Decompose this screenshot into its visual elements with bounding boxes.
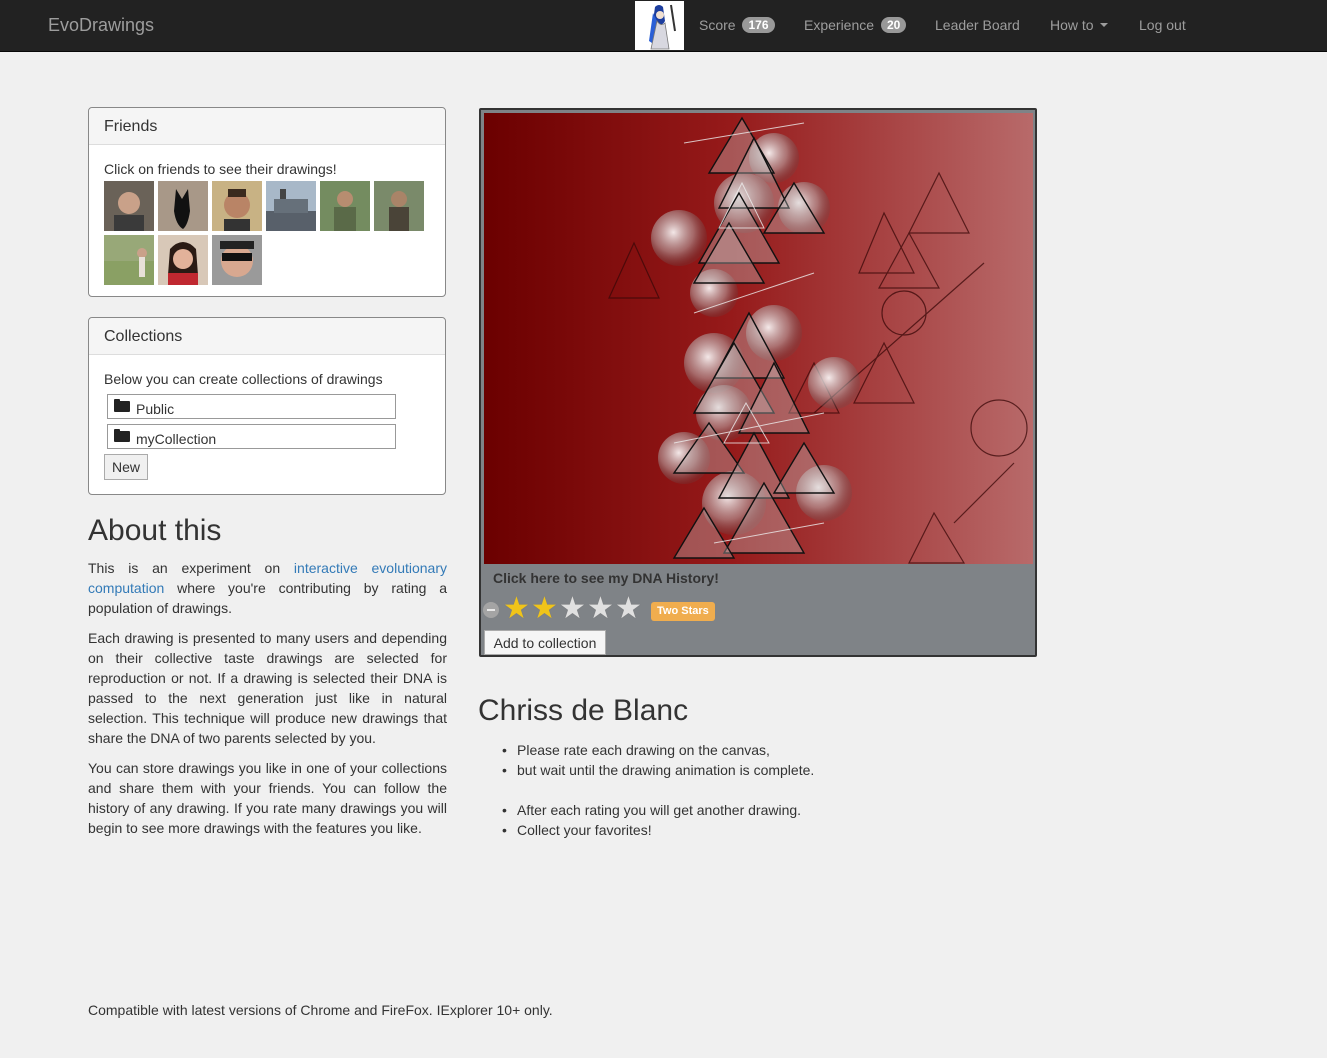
add-to-collection-button[interactable]: Add to collection <box>484 630 606 655</box>
footer-note: Compatible with latest versions of Chrom… <box>88 1002 553 1018</box>
instruction-item: Collect your favorites! <box>502 820 1017 840</box>
user-name: Chriss de Blanc <box>478 694 689 727</box>
about-paragraph-2: Each drawing is presented to many users … <box>88 630 447 746</box>
friend-avatar[interactable] <box>104 235 154 285</box>
star-filled-icon[interactable]: ★ <box>531 594 561 624</box>
score-link[interactable]: Score 176 <box>699 17 775 33</box>
howto-label: How to <box>1050 17 1094 33</box>
new-collection-button[interactable]: New <box>104 454 148 480</box>
drawing-frame: Click here to see my DNA History! ★ ★ ★ ★ ★ … <box>479 108 1037 657</box>
about-paragraph-1: This is an experiment on interactive evo… <box>88 558 447 618</box>
experience-badge: 20 <box>880 17 907 33</box>
friend-avatar[interactable] <box>320 181 370 231</box>
leaderboard-link[interactable]: Leader Board <box>935 17 1020 33</box>
drawing-canvas[interactable] <box>484 113 1033 564</box>
rating-label: Two Stars <box>651 602 715 621</box>
collections-hint-text: Below you can create collections of draw… <box>104 371 383 387</box>
star-empty-icon[interactable]: ★ <box>559 594 589 624</box>
instructions-list: Please rate each drawing on the canvas, … <box>478 740 1017 840</box>
collections-panel-title: Collections <box>89 318 445 355</box>
friend-avatar[interactable] <box>158 235 208 285</box>
collections-hint: Below you can create collections of draw… <box>89 355 445 387</box>
collection-label: Public <box>136 401 175 417</box>
friend-avatar[interactable] <box>266 181 316 231</box>
folder-icon <box>114 399 130 412</box>
about-title: About this <box>88 514 222 547</box>
experience-label: Experience <box>804 17 875 33</box>
about-text: This is an experiment on <box>88 560 294 576</box>
star-empty-icon[interactable]: ★ <box>587 594 617 624</box>
folder-icon <box>114 429 130 442</box>
friend-avatar[interactable] <box>158 181 208 231</box>
user-avatar[interactable] <box>635 1 684 50</box>
friends-panel-title: Friends <box>89 108 445 145</box>
clear-rating-icon[interactable] <box>483 602 499 618</box>
instruction-item: Please rate each drawing on the canvas, <box>502 740 1017 760</box>
friend-avatar[interactable] <box>374 181 424 231</box>
friend-avatar[interactable] <box>104 181 154 231</box>
howto-dropdown[interactable]: How to <box>1050 17 1108 33</box>
star-filled-icon[interactable]: ★ <box>503 594 533 624</box>
collection-label: myCollection <box>136 431 217 447</box>
brand-link[interactable]: EvoDrawings <box>48 15 154 36</box>
collection-item-mycollection[interactable]: myCollection <box>107 424 396 449</box>
friends-hint: Click on friends to see their drawings! <box>89 145 445 177</box>
instruction-item: After each rating you will get another d… <box>502 800 1017 820</box>
logout-link[interactable]: Log out <box>1139 17 1186 33</box>
top-navbar: EvoDrawings Score 176 Experience 20 Lead… <box>0 0 1327 52</box>
about-paragraph-3: You can store drawings you like in one o… <box>88 760 447 836</box>
star-empty-icon[interactable]: ★ <box>615 594 645 624</box>
experience-link[interactable]: Experience 20 <box>804 17 907 33</box>
score-badge: 176 <box>742 17 775 33</box>
friends-panel: Friends Click on friends to see their dr… <box>88 107 446 297</box>
collections-panel: Collections Below you can create collect… <box>88 317 446 495</box>
caret-down-icon <box>1099 23 1108 27</box>
collection-item-public[interactable]: Public <box>107 394 396 419</box>
score-label: Score <box>699 17 736 33</box>
friend-avatar[interactable] <box>212 235 262 285</box>
friends-hint-text: Click on friends to see their drawings! <box>104 161 337 177</box>
dna-history-link[interactable]: Click here to see my DNA History! <box>493 570 719 586</box>
friend-avatar[interactable] <box>212 181 262 231</box>
instruction-item: but wait until the drawing animation is … <box>502 760 1017 780</box>
